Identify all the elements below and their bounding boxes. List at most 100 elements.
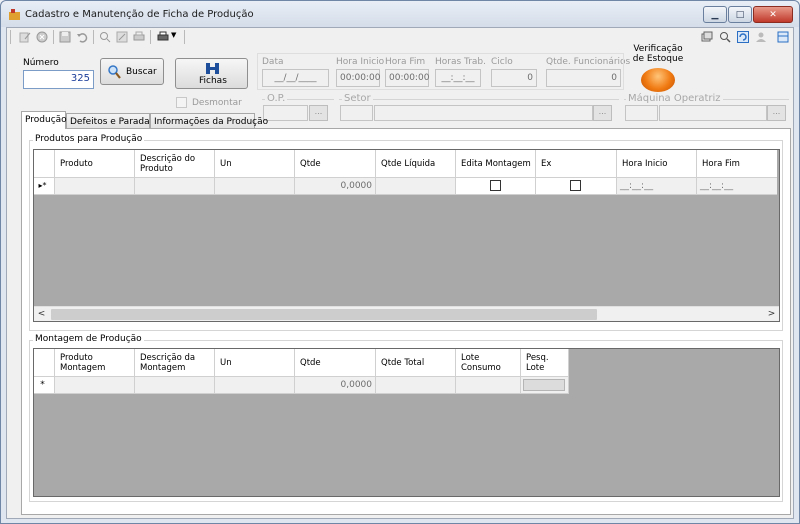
montagem-grid[interactable]: Produto Montagem Descrição da Montagem U… [33, 348, 780, 497]
table-row[interactable]: ▸* 0,0000 __:__:__ __:__:__ [34, 178, 777, 195]
close-button[interactable]: ✕ [753, 6, 793, 23]
tab-producao[interactable]: Produção [21, 111, 67, 129]
tab-defeitos-paradas[interactable]: Defeitos e Paradas [66, 113, 154, 129]
toolbar-separator [53, 30, 54, 44]
col-un[interactable]: Un [215, 150, 295, 178]
minimize-button[interactable]: ▁ [703, 6, 727, 23]
cell-edita-montagem[interactable] [456, 178, 536, 195]
tab-panel-producao: Produtos para Produção Produto Descrição… [21, 128, 791, 515]
search-settings-icon[interactable] [719, 31, 731, 43]
col-descricao-produto[interactable]: Descrição do Produto [135, 150, 215, 178]
print-icon[interactable] [133, 31, 145, 43]
toolbar-separator [184, 30, 185, 44]
toolbar-grip [10, 30, 11, 44]
maquina-label: Máquina Operatriz [626, 93, 723, 104]
montagem-grid-header: Produto Montagem Descrição da Montagem U… [34, 349, 569, 377]
col-lote-consumo[interactable]: Lote Consumo [456, 349, 521, 377]
cell-ex[interactable] [536, 178, 617, 195]
ex-checkbox[interactable] [570, 180, 581, 191]
cell-produto-montagem[interactable] [55, 377, 135, 394]
setor-label: Setor [342, 93, 373, 104]
cell-un[interactable] [215, 377, 295, 394]
op-input[interactable] [263, 105, 308, 121]
cell-lote-consumo[interactable] [456, 377, 521, 394]
col-un[interactable]: Un [215, 349, 295, 377]
save-icon[interactable] [59, 31, 71, 43]
produtos-hscrollbar[interactable]: < > [34, 306, 779, 321]
col-produto-montagem[interactable]: Produto Montagem [55, 349, 135, 377]
cell-hora-inicio[interactable]: __:__:__ [617, 178, 697, 195]
tab-informacoes-producao[interactable]: Informações da Produção [150, 113, 268, 129]
col-qtde[interactable]: Qtde [295, 150, 376, 178]
montagem-group-title: Montagem de Produção [33, 334, 144, 344]
op-lookup-button[interactable]: ... [309, 105, 328, 121]
user-icon[interactable] [755, 31, 767, 43]
cell-descricao-montagem[interactable] [135, 377, 215, 394]
verificacao-estoque-label: Verificação de Estoque [632, 44, 684, 64]
windows-icon[interactable] [701, 31, 713, 43]
date-time-panel [257, 53, 624, 90]
numero-input[interactable]: 325 [23, 70, 94, 89]
edita-montagem-checkbox[interactable] [490, 180, 501, 191]
produtos-grid[interactable]: Produto Descrição do Produto Un Qtde Qtd… [33, 149, 780, 322]
fichas-icon [206, 63, 219, 74]
col-ex[interactable]: Ex [536, 150, 617, 178]
maquina-name-input[interactable] [659, 105, 767, 121]
cell-qtde-liquida[interactable] [376, 178, 456, 195]
toolbar-separator [150, 30, 151, 44]
cell-qtde[interactable]: 0,0000 [295, 377, 376, 394]
cell-qtde-total[interactable] [376, 377, 456, 394]
new-row-indicator: ▸* [34, 178, 55, 195]
cell-qtde[interactable]: 0,0000 [295, 178, 376, 195]
scroll-left-icon[interactable]: < [34, 307, 49, 321]
app-window: Cadastro e Manutenção de Ficha de Produç… [0, 0, 800, 524]
desmontar-checkbox[interactable] [176, 97, 187, 108]
chevron-down-icon[interactable]: ▼ [171, 31, 176, 39]
numero-label: Número [23, 58, 59, 68]
undo-icon[interactable] [76, 31, 88, 43]
scroll-right-icon[interactable]: > [764, 307, 779, 321]
col-hora-inicio[interactable]: Hora Inicio [617, 150, 697, 178]
maximize-button[interactable]: □ [728, 6, 752, 23]
export-icon[interactable] [116, 31, 128, 43]
cell-pesq-lote[interactable] [521, 377, 569, 394]
pesq-lote-button[interactable] [523, 379, 565, 391]
col-produto[interactable]: Produto [55, 150, 135, 178]
col-pesq-lote[interactable]: Pesq. Lote [521, 349, 569, 377]
maquina-lookup-button[interactable]: ... [767, 105, 786, 121]
cell-hora-fim[interactable]: __:__:__ [697, 178, 777, 195]
setor-group-border [339, 99, 619, 100]
table-row[interactable]: * 0,0000 [34, 377, 569, 394]
col-hora-fim[interactable]: Hora Fim [697, 150, 777, 178]
layout-icon[interactable] [777, 31, 789, 43]
col-qtde-total[interactable]: Qtde Total [376, 349, 456, 377]
fichas-label: Fichas [199, 76, 227, 86]
col-descricao-montagem[interactable]: Descrição da Montagem [135, 349, 215, 377]
buscar-button[interactable]: Buscar [100, 58, 164, 85]
cell-produto[interactable] [55, 178, 135, 195]
setor-name-input[interactable] [374, 105, 593, 121]
cell-un[interactable] [215, 178, 295, 195]
produtos-group-title: Produtos para Produção [33, 134, 145, 144]
setor-code-input[interactable] [340, 105, 373, 121]
col-qtde-liquida[interactable]: Qtde Líquida [376, 150, 456, 178]
scroll-thumb[interactable] [51, 309, 597, 320]
col-qtde[interactable]: Qtde [295, 349, 376, 377]
maquina-code-input[interactable] [625, 105, 658, 121]
stock-status-indicator[interactable] [641, 68, 675, 92]
new-row-indicator: * [34, 377, 55, 394]
setor-lookup-button[interactable]: ... [593, 105, 612, 121]
cell-descricao-produto[interactable] [135, 178, 215, 195]
row-header-corner [34, 150, 55, 178]
fichas-button[interactable]: Fichas [175, 58, 248, 89]
cancel-icon[interactable] [36, 31, 48, 43]
minimize-icon: ▁ [711, 9, 719, 20]
search-icon[interactable] [99, 31, 111, 43]
col-edita-montagem[interactable]: Edita Montagem [456, 150, 536, 178]
magnifier-icon [108, 65, 121, 79]
print-dropdown-icon[interactable] [157, 31, 169, 43]
produtos-grid-header: Produto Descrição do Produto Un Qtde Qtd… [34, 150, 777, 178]
form-client-area: ▼ Número 325 Buscar Fichas Desmontar Dat… [6, 27, 794, 519]
refresh-icon[interactable] [737, 31, 749, 43]
edit-icon[interactable] [19, 31, 31, 43]
